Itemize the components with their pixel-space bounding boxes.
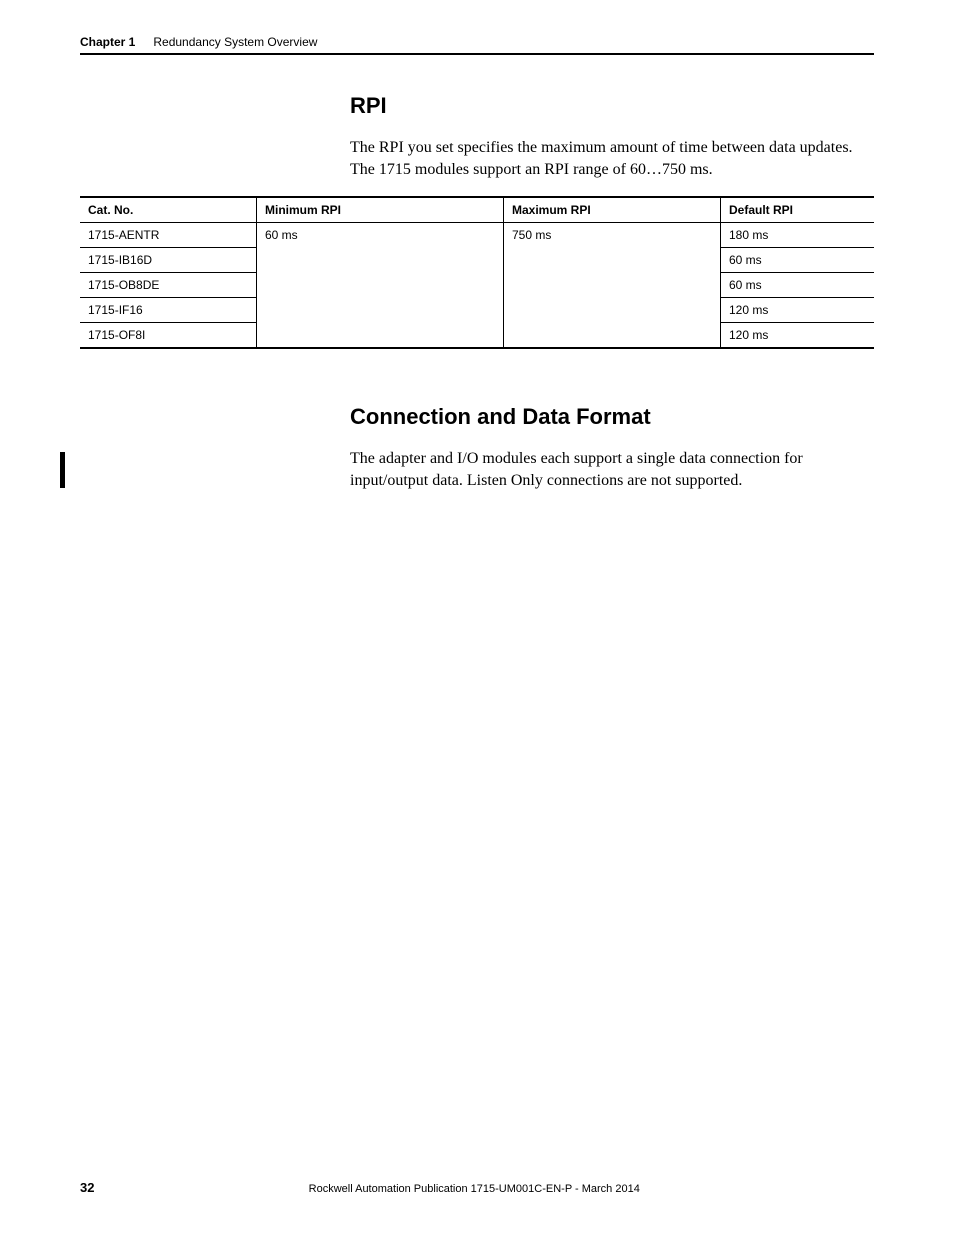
cell-def: 180 ms bbox=[721, 223, 875, 248]
th-def: Default RPI bbox=[721, 197, 875, 223]
cell-def: 60 ms bbox=[721, 273, 875, 298]
page-header: Chapter 1 Redundancy System Overview bbox=[80, 35, 874, 55]
page-number: 32 bbox=[80, 1180, 94, 1195]
cell-def: 120 ms bbox=[721, 323, 875, 349]
cell-def: 120 ms bbox=[721, 298, 875, 323]
th-catno: Cat. No. bbox=[80, 197, 257, 223]
cell-catno: 1715-IB16D bbox=[80, 248, 257, 273]
cell-min: 60 ms bbox=[257, 223, 504, 349]
publication-info: Rockwell Automation Publication 1715-UM0… bbox=[94, 1183, 854, 1195]
rpi-body: The RPI you set specifies the maximum am… bbox=[350, 137, 874, 180]
cell-def: 60 ms bbox=[721, 248, 875, 273]
rpi-table: Cat. No. Minimum RPI Maximum RPI Default… bbox=[80, 196, 874, 349]
th-max: Maximum RPI bbox=[504, 197, 721, 223]
cell-catno: 1715-IF16 bbox=[80, 298, 257, 323]
connection-heading: Connection and Data Format bbox=[350, 404, 874, 430]
page-footer: 32 Rockwell Automation Publication 1715-… bbox=[80, 1180, 874, 1195]
th-min: Minimum RPI bbox=[257, 197, 504, 223]
rpi-heading: RPI bbox=[350, 93, 874, 119]
cell-catno: 1715-OB8DE bbox=[80, 273, 257, 298]
chapter-title: Redundancy System Overview bbox=[153, 35, 317, 49]
chapter-label: Chapter 1 bbox=[80, 35, 135, 49]
table-row: 1715-AENTR 60 ms 750 ms 180 ms bbox=[80, 223, 874, 248]
connection-body: The adapter and I/O modules each support… bbox=[350, 448, 874, 491]
cell-catno: 1715-OF8I bbox=[80, 323, 257, 349]
cell-max: 750 ms bbox=[504, 223, 721, 349]
cell-catno: 1715-AENTR bbox=[80, 223, 257, 248]
change-bar-icon bbox=[60, 452, 65, 488]
